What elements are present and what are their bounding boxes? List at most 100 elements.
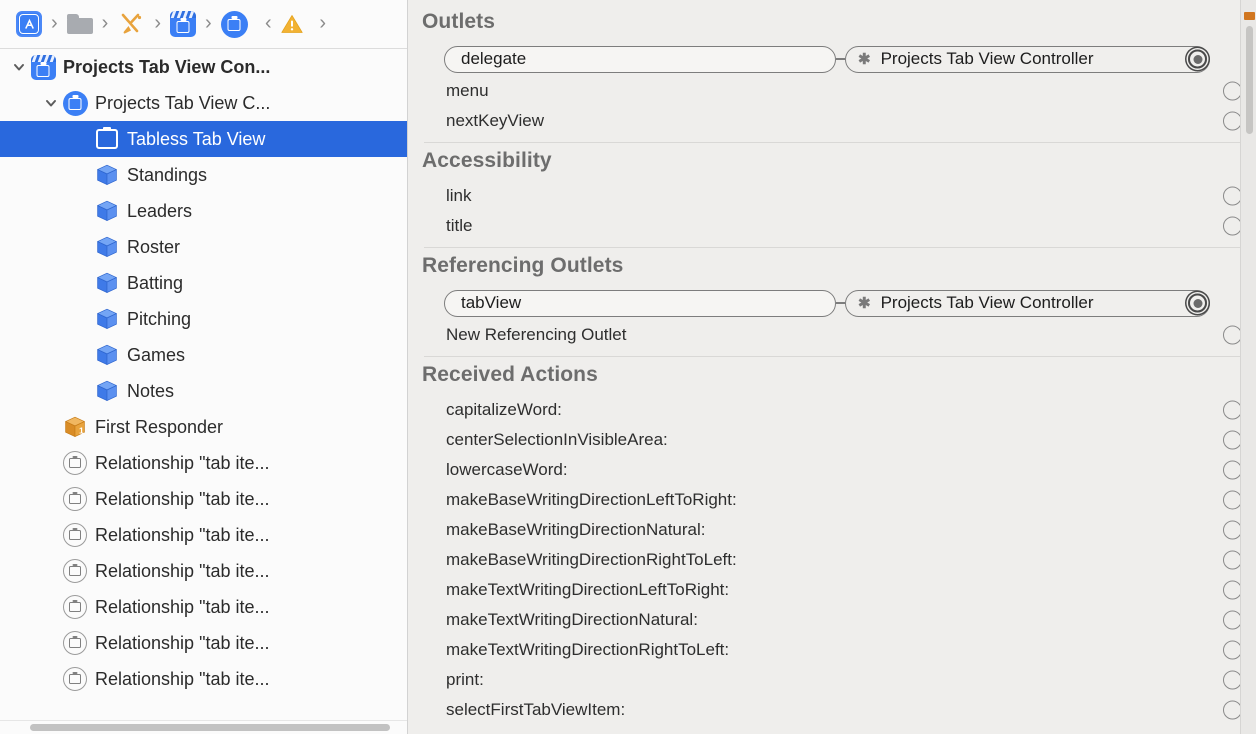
outline-row-label: First Responder	[95, 416, 224, 437]
outline-row[interactable]: Notes	[0, 373, 407, 409]
outline-row[interactable]: Relationship "tab ite...	[0, 553, 407, 589]
outline-row-label: Relationship "tab ite...	[95, 668, 270, 689]
outline-row-label: Tabless Tab View	[127, 128, 266, 149]
outline-row-label: Batting	[127, 272, 184, 293]
jump-bar-item-folder[interactable]	[66, 14, 93, 34]
outlet-name-pill[interactable]: delegate	[444, 45, 836, 73]
jump-bar-item-project[interactable]	[16, 11, 42, 37]
outline-row[interactable]: Leaders	[0, 193, 407, 229]
chevron-down-icon[interactable]	[8, 60, 30, 74]
outline-horizontal-scrollbar[interactable]	[0, 720, 407, 734]
relationship-icon	[62, 558, 88, 584]
outline-row-label: Projects Tab View C...	[95, 92, 271, 113]
relationship-icon	[62, 630, 88, 656]
connection-row[interactable]: centerSelectionInVisibleArea:	[422, 425, 1256, 455]
connection-knob-filled[interactable]	[1188, 293, 1207, 313]
appstore-icon	[16, 11, 42, 37]
connection-label: makeBaseWritingDirectionNatural:	[446, 520, 706, 539]
outline-row-label: Standings	[127, 164, 208, 185]
outline-horizontal-scroll-thumb[interactable]	[30, 724, 390, 731]
jump-bar-back-chevron[interactable]: ›	[256, 12, 281, 34]
connection-row[interactable]: capitalizeWord:	[422, 395, 1256, 425]
outline-row[interactable]: Games	[0, 337, 407, 373]
connection-row[interactable]: New Referencing Outlet	[422, 320, 1256, 350]
connection-label: capitalizeWord:	[446, 400, 562, 419]
outline-row-label: Roster	[127, 236, 181, 257]
outline-row[interactable]: 1 First Responder	[0, 409, 407, 445]
outline-row[interactable]: Relationship "tab ite...	[0, 517, 407, 553]
connection-target-label: Projects Tab View Controller	[880, 49, 1094, 68]
storyboard-scene-icon	[170, 11, 197, 37]
inspector-section-title: Accessibility	[422, 149, 552, 172]
jump-bar-item-xib[interactable]	[117, 11, 145, 37]
cube-icon	[94, 270, 120, 296]
outlet-name-pill[interactable]: tabView	[444, 289, 836, 317]
jump-bar-item-view-controller[interactable]	[220, 10, 248, 38]
warning-triangle-icon[interactable]	[280, 13, 304, 35]
connection-row[interactable]: lowercaseWord:	[422, 455, 1256, 485]
outline-row-label: Relationship "tab ite...	[95, 596, 270, 617]
connection-row[interactable]: makeTextWritingDirectionLeftToRight:	[422, 575, 1256, 605]
connection-knob-filled[interactable]	[1188, 49, 1207, 69]
connection-row[interactable]: selectFirstTabViewItem:	[422, 695, 1256, 725]
outline-row[interactable]: Projects Tab View C...	[0, 85, 407, 121]
connection-row[interactable]: link	[422, 181, 1256, 211]
inspector-section-title: Outlets	[422, 10, 496, 33]
outline-row-label: Notes	[127, 380, 175, 401]
connection-row[interactable]: makeBaseWritingDirectionRightToLeft:	[422, 545, 1256, 575]
connection-row[interactable]: makeTextWritingDirectionRightToLeft:	[422, 635, 1256, 665]
outline-row-label: Relationship "tab ite...	[95, 560, 270, 581]
connection-row[interactable]: makeBaseWritingDirectionNatural:	[422, 515, 1256, 545]
xib-icon	[117, 11, 145, 37]
outline-row[interactable]: Projects Tab View Con...	[0, 49, 407, 85]
connection-target-pill[interactable]: ✱ Projects Tab View Controller	[845, 45, 1210, 73]
connection-row[interactable]: print:	[422, 665, 1256, 695]
jump-bar-separator: ›	[205, 12, 212, 34]
connection-label: nextKeyView	[446, 111, 544, 130]
connection-row[interactable]: title	[422, 211, 1256, 241]
inspector-vertical-scroll-thumb[interactable]	[1246, 26, 1253, 134]
inspector-section-title: Received Actions	[422, 363, 598, 386]
scroll-position-marker	[1244, 12, 1255, 20]
connection-row[interactable]: menu	[422, 76, 1256, 106]
relationship-icon	[62, 522, 88, 548]
storyboard-scene-icon	[30, 54, 56, 80]
outline-row[interactable]: Roster	[0, 229, 407, 265]
document-outline-list[interactable]: Projects Tab View Con... Projects Tab Vie…	[0, 49, 407, 734]
disconnect-icon[interactable]: ✱	[858, 52, 871, 67]
outline-row[interactable]: Pitching	[0, 301, 407, 337]
cube-icon	[94, 342, 120, 368]
outline-row[interactable]: Relationship "tab ite...	[0, 625, 407, 661]
jump-bar[interactable]: › › › › › ›	[0, 0, 407, 49]
connection-row[interactable]: nextKeyView	[422, 106, 1256, 136]
outline-row-label: Relationship "tab ite...	[95, 632, 270, 653]
outline-row[interactable]: Relationship "tab ite...	[0, 445, 407, 481]
relationship-icon	[62, 594, 88, 620]
outline-row[interactable]: Relationship "tab ite...	[0, 661, 407, 697]
outline-row[interactable]: Standings	[0, 157, 407, 193]
connection-row[interactable]: makeTextWritingDirectionNatural:	[422, 605, 1256, 635]
folder-icon	[66, 14, 93, 34]
cube-icon	[94, 198, 120, 224]
outline-row[interactable]: Batting	[0, 265, 407, 301]
chevron-down-icon[interactable]	[40, 96, 62, 110]
inspector-vertical-scrollbar[interactable]	[1240, 0, 1256, 734]
outline-row-label: Games	[127, 344, 186, 365]
connection-label: print:	[446, 670, 484, 689]
outline-row-label: Relationship "tab ite...	[95, 524, 270, 545]
jump-bar-forward-chevron[interactable]: ›	[310, 13, 335, 33]
outline-row[interactable]: Relationship "tab ite...	[0, 589, 407, 625]
disconnect-icon[interactable]: ✱	[858, 296, 871, 311]
connection-row-connected[interactable]: tabView ✱ Projects Tab View Controller	[422, 286, 1256, 320]
connection-label: menu	[446, 81, 489, 100]
svg-text:1: 1	[79, 426, 84, 436]
jump-bar-separator: ›	[154, 12, 162, 34]
connection-row[interactable]: makeBaseWritingDirectionLeftToRight:	[422, 485, 1256, 515]
connection-row-connected[interactable]: delegate ✱ Projects Tab View Controller	[422, 42, 1256, 76]
jump-bar-item-storyboard[interactable]	[170, 11, 197, 37]
outline-row[interactable]: Tabless Tab View	[0, 121, 407, 157]
connection-target-pill[interactable]: ✱ Projects Tab View Controller	[845, 289, 1210, 317]
first-responder-icon: 1	[62, 414, 88, 440]
outline-row-label: Projects Tab View Con...	[63, 56, 271, 77]
outline-row[interactable]: Relationship "tab ite...	[0, 481, 407, 517]
